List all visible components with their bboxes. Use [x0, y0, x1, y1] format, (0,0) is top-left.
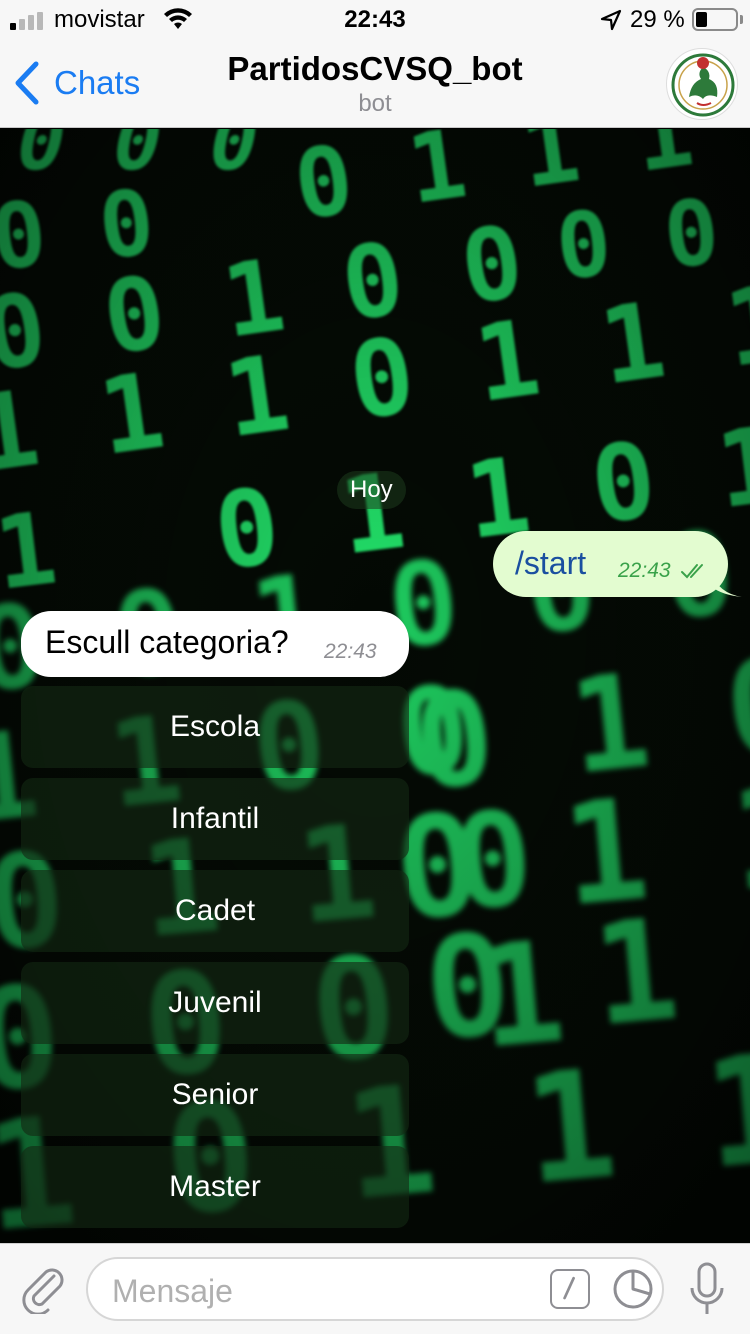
sticker-icon[interactable]: [612, 1268, 654, 1310]
bubble-tail: [712, 573, 742, 597]
location-arrow-icon: [600, 9, 622, 31]
nav-bar: Chats PartidosCVSQ_bot bot: [0, 40, 750, 128]
battery-nub: [740, 15, 743, 24]
club-logo-icon: [671, 53, 735, 117]
keyboard-button-escola[interactable]: Escola: [21, 686, 409, 768]
date-separator: Hoy: [337, 471, 406, 509]
status-bar: movistar 22:43 29 %: [0, 0, 750, 40]
keyboard-button-juvenil[interactable]: Juvenil: [21, 962, 409, 1044]
incoming-message-time: 22:43: [324, 640, 377, 663]
chat-subtitle: bot: [358, 90, 392, 117]
paperclip-icon[interactable]: [20, 1264, 66, 1314]
incoming-message-text: Escull categoria?: [45, 624, 289, 660]
outgoing-message[interactable]: /start 22:43: [493, 531, 742, 597]
keyboard-button-master[interactable]: Master: [21, 1146, 409, 1228]
chat-title[interactable]: PartidosCVSQ_bot: [0, 50, 750, 88]
message-input[interactable]: Mensaje: [86, 1257, 664, 1321]
bot-avatar[interactable]: [666, 48, 738, 120]
slash-command-icon[interactable]: [550, 1269, 590, 1309]
outgoing-message-time: 22:43: [618, 559, 671, 582]
microphone-icon[interactable]: [688, 1262, 726, 1318]
incoming-message[interactable]: Escull categoria? 22:43: [21, 611, 409, 677]
battery-icon: [692, 8, 738, 31]
double-check-icon: [681, 564, 703, 579]
outgoing-message-text: /start: [515, 545, 587, 581]
input-bar: Mensaje: [0, 1243, 750, 1334]
keyboard-button-cadet[interactable]: Cadet: [21, 870, 409, 952]
keyboard-button-senior[interactable]: Senior: [21, 1054, 409, 1136]
message-placeholder: Mensaje: [112, 1273, 233, 1309]
keyboard-button-infantil[interactable]: Infantil: [21, 778, 409, 860]
chat-area[interactable]: 0 0 0 0 1 1 1 0 0 0 0 0 0 0 1 0 0 1 1 1 …: [0, 129, 750, 1243]
battery-percent: 29 %: [630, 6, 685, 33]
